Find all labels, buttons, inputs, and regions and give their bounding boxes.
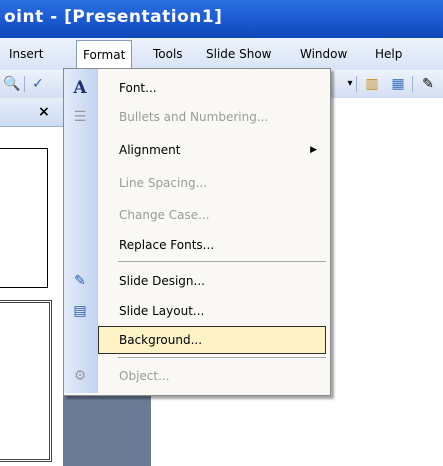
dropdown-arrow-icon[interactable]: ▾ xyxy=(340,74,360,94)
slide-design-icon: ✎ xyxy=(74,273,86,289)
menu-tools[interactable]: Tools xyxy=(153,47,183,61)
window-title: oint - [Presentation1] xyxy=(4,7,223,27)
toolbar-separator xyxy=(412,76,413,92)
spelling-icon[interactable]: ✓ xyxy=(28,74,48,94)
menu-window[interactable]: Window xyxy=(300,47,347,61)
menu-item-line-spacing[interactable]: Line Spacing... xyxy=(99,170,327,196)
menu-bar: Insert Format Tools Slide Show Window He… xyxy=(0,38,443,71)
slide-thumbnail[interactable] xyxy=(0,148,48,288)
toolbar-separator xyxy=(356,76,357,92)
menu-format[interactable]: Format xyxy=(76,40,133,69)
title-bar: oint - [Presentation1] xyxy=(0,0,443,38)
font-icon: A xyxy=(73,78,87,98)
menu-insert[interactable]: Insert xyxy=(9,47,43,61)
menu-item-bullets-numbering[interactable]: Bullets and Numbering... xyxy=(99,104,327,130)
slide-layout-icon: ▤ xyxy=(73,303,87,319)
print-preview-icon[interactable]: 🔍 xyxy=(2,74,22,94)
menu-item-font[interactable]: Font... xyxy=(99,75,327,101)
toolbar-separator xyxy=(24,76,25,92)
slides-pane-header xyxy=(0,98,63,127)
menu-separator xyxy=(118,357,326,358)
menu-item-change-case[interactable]: Change Case... xyxy=(99,202,327,228)
menu-item-slide-layout[interactable]: Slide Layout... xyxy=(99,298,327,324)
slide-thumbnail[interactable] xyxy=(0,300,52,462)
object-icon: ⚙ xyxy=(73,368,87,384)
format-painter-icon[interactable]: ✎ xyxy=(418,74,438,94)
bullets-icon: ☰ xyxy=(73,109,87,125)
submenu-arrow-icon: ▶ xyxy=(310,145,317,155)
menu-separator xyxy=(118,261,326,262)
menu-item-alignment[interactable]: Alignment ▶ xyxy=(99,137,327,163)
chart-icon[interactable]: ▥ xyxy=(362,74,382,94)
menu-item-background[interactable]: Background... xyxy=(98,326,326,354)
menu-item-replace-fonts[interactable]: Replace Fonts... xyxy=(99,232,327,258)
menu-help[interactable]: Help xyxy=(375,47,402,61)
table-icon[interactable]: ▦ xyxy=(388,74,408,94)
menu-slide-show[interactable]: Slide Show xyxy=(206,47,271,61)
close-icon[interactable]: × xyxy=(38,104,50,120)
menu-item-slide-design[interactable]: Slide Design... xyxy=(99,268,327,294)
menu-item-object[interactable]: Object... xyxy=(99,363,327,389)
